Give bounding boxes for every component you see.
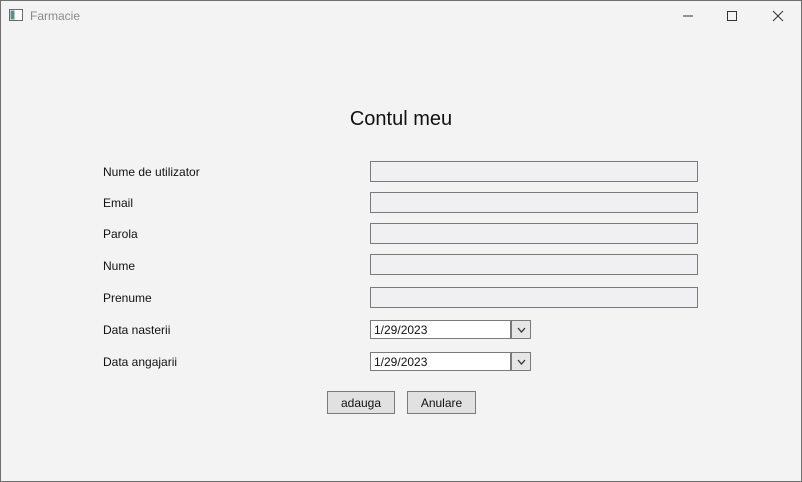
email-label: Email: [103, 196, 134, 210]
firstname-input[interactable]: [370, 287, 698, 308]
hiredate-value[interactable]: 1/29/2023: [370, 352, 511, 371]
password-label: Parola: [103, 227, 138, 241]
minimize-icon: [683, 15, 693, 17]
firstname-label: Prenume: [103, 291, 152, 305]
hiredate-dropdown-button[interactable]: [511, 352, 531, 371]
username-input[interactable]: [370, 161, 698, 182]
birthdate-dropdown-button[interactable]: [511, 320, 531, 339]
close-icon: [772, 10, 784, 22]
password-input[interactable]: [370, 223, 698, 244]
cancel-button[interactable]: Anulare: [407, 391, 476, 414]
birthdate-label: Data nasterii: [103, 323, 171, 337]
email-input[interactable]: [370, 192, 698, 213]
hiredate-label: Data angajarii: [103, 355, 178, 369]
birthdate-picker[interactable]: 1/29/2023: [370, 320, 531, 339]
title-bar[interactable]: Farmacie: [1, 1, 801, 31]
add-button[interactable]: adauga: [327, 391, 395, 414]
chevron-down-icon: [517, 359, 525, 365]
hiredate-picker[interactable]: 1/29/2023: [370, 352, 531, 371]
minimize-button[interactable]: [665, 1, 711, 31]
username-label: Nume de utilizator: [103, 165, 200, 179]
app-window: Farmacie Contul meu Nume de utilizator E…: [0, 0, 802, 482]
window-app-icon: [9, 9, 23, 21]
chevron-down-icon: [517, 327, 525, 333]
maximize-icon: [727, 11, 737, 21]
window-title: Farmacie: [30, 9, 81, 23]
maximize-button[interactable]: [709, 1, 755, 31]
lastname-label: Nume: [103, 259, 136, 273]
page-title: Contul meu: [349, 108, 453, 130]
close-button[interactable]: [755, 1, 801, 31]
birthdate-value[interactable]: 1/29/2023: [370, 320, 511, 339]
lastname-input[interactable]: [370, 254, 698, 275]
